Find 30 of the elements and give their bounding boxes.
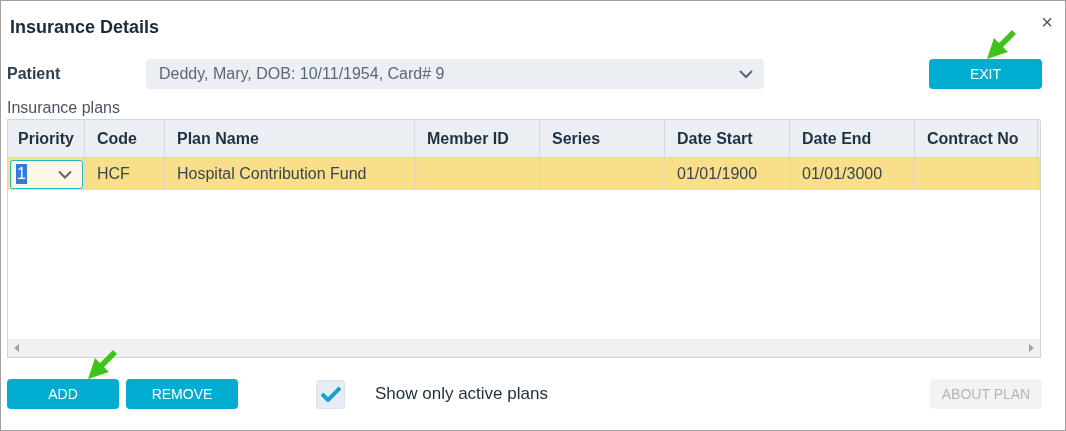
section-label: Insurance plans: [6, 98, 120, 118]
patient-dropdown[interactable]: Deddy, Mary, DOB: 10/11/1954, Card# 9: [146, 59, 764, 89]
table-cell: 01/01/1900: [665, 158, 790, 190]
table-cell: HCF: [85, 158, 165, 190]
window-title: Insurance Details: [10, 16, 160, 39]
column-header[interactable]: Plan Name: [165, 120, 415, 157]
column-header[interactable]: Contract No: [915, 120, 1038, 157]
column-header[interactable]: Priority: [8, 120, 85, 157]
table-cell: Hospital Contribution Fund: [165, 158, 415, 190]
scroll-left-icon[interactable]: [14, 344, 19, 352]
chevron-down-icon: [738, 69, 754, 79]
column-header[interactable]: Series: [540, 120, 665, 157]
checkmark-icon: [320, 386, 341, 402]
checkbox-label: Show only active plans: [375, 383, 548, 406]
chevron-down-icon: [58, 169, 72, 179]
pointer-arrow-icon: [85, 348, 119, 382]
checkbox[interactable]: [316, 379, 345, 409]
about-plan-button: ABOUT PLAN: [930, 379, 1042, 409]
table-cell: 01/01/3000: [790, 158, 915, 190]
column-header[interactable]: Date Start: [665, 120, 790, 157]
close-button[interactable]: ×: [1041, 12, 1053, 32]
priority-dropdown[interactable]: 1: [10, 159, 83, 189]
pointer-arrow-icon: [984, 28, 1018, 62]
horizontal-scrollbar[interactable]: [8, 339, 1040, 357]
table-row[interactable]: 1 HCF Hospital Contribution Fund 01/01/1900 01/01/3000: [8, 158, 1040, 190]
column-header[interactable]: Member ID: [415, 120, 540, 157]
column-header[interactable]: Code: [85, 120, 165, 157]
column-header[interactable]: Date End: [790, 120, 915, 157]
scroll-right-icon[interactable]: [1029, 344, 1034, 352]
patient-label: Patient: [7, 64, 62, 84]
